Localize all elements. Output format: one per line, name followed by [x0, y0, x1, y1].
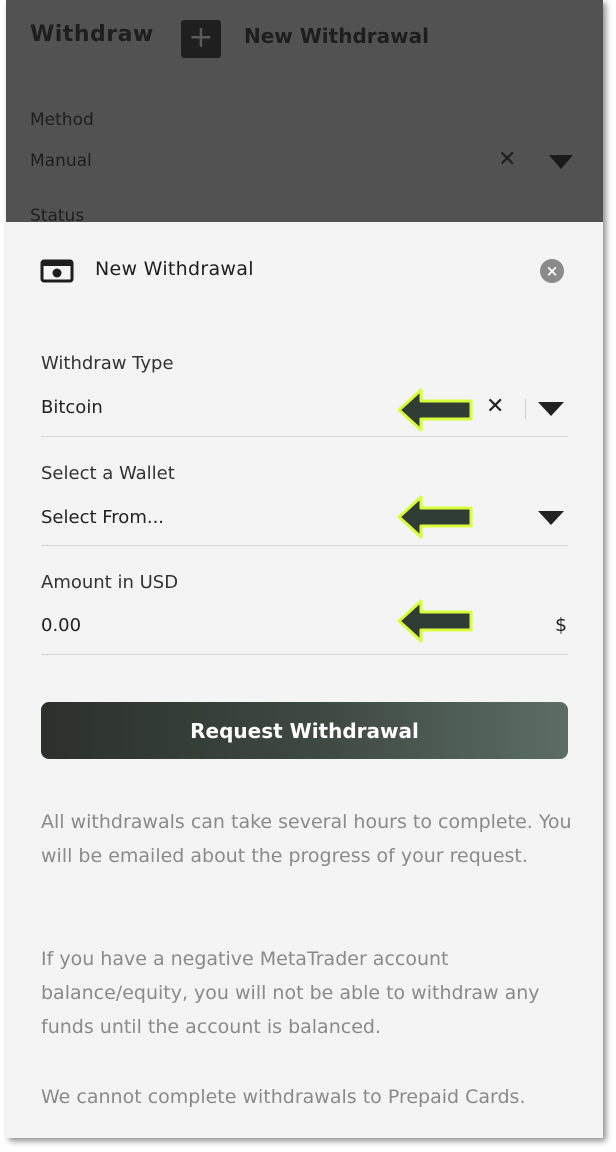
field-underline	[41, 545, 568, 546]
plus-icon[interactable]: +	[181, 20, 221, 58]
new-withdrawal-modal: New Withdrawal × Withdraw Type Bitcoin ✕…	[6, 222, 603, 1138]
chevron-down-icon[interactable]	[538, 511, 564, 525]
arrow-left-icon	[397, 388, 473, 432]
note-prepaid-cards: We cannot complete withdrawals to Prepai…	[41, 1086, 526, 1108]
wallet-select[interactable]: Select From...	[41, 507, 164, 528]
modal-title: New Withdrawal	[95, 258, 254, 280]
method-select[interactable]: Manual	[30, 151, 92, 171]
note-processing-time: All withdrawals can take several hours t…	[41, 811, 572, 867]
page-title: Withdraw	[30, 22, 154, 47]
wallet-label: Select a Wallet	[41, 463, 175, 484]
withdraw-type-select[interactable]: Bitcoin	[41, 397, 103, 418]
method-chevron-down-icon[interactable]	[549, 155, 573, 169]
close-icon[interactable]: ×	[540, 259, 564, 283]
chevron-down-icon[interactable]	[538, 402, 564, 416]
request-withdrawal-button[interactable]: Request Withdrawal	[41, 702, 568, 759]
app-frame: Withdraw + New Withdrawal Method Manual …	[6, 0, 603, 1138]
background-page: Withdraw + New Withdrawal Method Manual …	[6, 0, 603, 226]
method-label: Method	[30, 110, 94, 130]
withdraw-type-label: Withdraw Type	[41, 353, 174, 374]
arrow-left-icon	[397, 495, 473, 539]
amount-input[interactable]: 0.00	[41, 615, 81, 636]
new-withdrawal-link[interactable]: New Withdrawal	[244, 24, 429, 48]
field-underline	[41, 436, 568, 437]
field-underline	[41, 654, 568, 655]
amount-label: Amount in USD	[41, 572, 179, 593]
note-negative-balance: If you have a negative MetaTrader accoun…	[41, 948, 540, 1038]
clear-icon[interactable]: ✕	[486, 394, 504, 419]
arrow-left-icon	[397, 599, 473, 643]
field-divider	[525, 399, 526, 419]
cash-icon	[40, 259, 74, 283]
method-clear-icon[interactable]: ✕	[498, 147, 516, 172]
currency-suffix: $	[555, 614, 568, 636]
